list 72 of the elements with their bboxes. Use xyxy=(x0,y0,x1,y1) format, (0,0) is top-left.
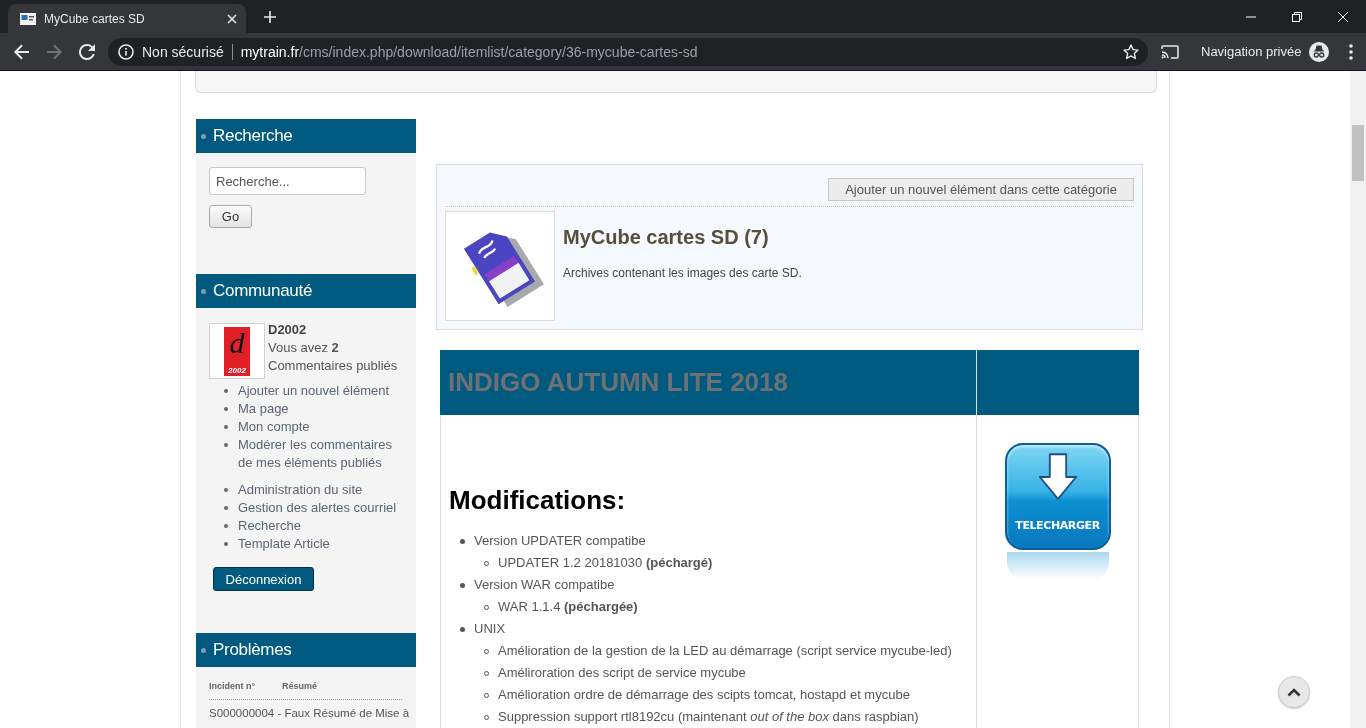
logo-letter: d xyxy=(229,326,245,359)
change-item: WAR 1.1.4 (péchargée) xyxy=(498,598,638,616)
url-text: mytrain.fr/cms/index.php/download/itemlist/category/36-mycube-cartes-sd xyxy=(240,43,698,60)
logo-year: 2002 xyxy=(228,364,246,376)
menu-icon[interactable] xyxy=(1349,43,1354,60)
bullet-icon xyxy=(224,443,228,447)
change-item: Version UPDATER compatibe xyxy=(474,532,646,550)
add-item-button[interactable]: Ajouter un nouvel élément dans cette catégorie xyxy=(828,178,1134,201)
incognito-icon[interactable] xyxy=(1309,41,1330,62)
star-icon[interactable] xyxy=(1123,43,1139,60)
module-title: Recherche xyxy=(213,126,293,146)
menu-link[interactable]: Recherche xyxy=(238,517,301,535)
bullet-icon xyxy=(224,407,228,411)
change-item: UNIX xyxy=(474,620,506,638)
bullet-icon xyxy=(201,647,206,653)
bullet-icon xyxy=(201,288,206,294)
cast-icon[interactable] xyxy=(1161,44,1179,59)
change-item: Suppression support rtl8192cu (maintenant out of the box dans raspbian) xyxy=(498,708,919,726)
category-description: Archives contenant les images des carte SD. xyxy=(563,265,802,281)
menu-link[interactable]: Template Article xyxy=(238,535,330,553)
change-item: Version WAR compatibe xyxy=(474,576,615,594)
change-item: Améliroration des script de service mycube xyxy=(498,664,746,682)
bullet-icon xyxy=(201,133,206,139)
menu-link[interactable]: Administration du site xyxy=(238,481,363,499)
menu-link[interactable]: Modérer les commentaires de mes éléments publiés xyxy=(238,436,404,472)
bullet-icon xyxy=(460,583,465,588)
user-name: D2002 xyxy=(268,321,308,339)
column-header: Résumé xyxy=(282,680,317,692)
address-bar[interactable]: Non sécurisé mytrain.fr/cms/index.php/download/itemlist/category/36-mycube-cartes-sd xyxy=(108,37,1148,66)
profile-label[interactable]: Navigation privée xyxy=(1201,44,1302,59)
download-button[interactable]: TELECHARGER xyxy=(1004,443,1111,550)
bullet-icon xyxy=(460,627,465,632)
menu-link[interactable]: Mon compte xyxy=(238,418,310,436)
item-title: INDIGO AUTUMN LITE 2018 xyxy=(448,367,788,398)
bullet-icon xyxy=(460,539,465,544)
change-item: Amélioration de la gestion de la LED au démarrage (script service mycube-led) xyxy=(498,642,952,660)
new-tab-icon[interactable] xyxy=(264,10,276,23)
favicon-icon xyxy=(20,12,36,25)
section-heading: Modifications: xyxy=(449,485,626,515)
module-title: Communauté xyxy=(213,281,313,301)
menu-link[interactable]: Ajouter un nouvel élément xyxy=(238,382,390,400)
bullet-icon xyxy=(224,542,228,546)
scrollbar-thumb[interactable] xyxy=(1352,125,1364,181)
back-arrow-icon[interactable] xyxy=(14,43,30,60)
close-icon[interactable] xyxy=(1338,11,1348,22)
security-label: Non sécurisé xyxy=(142,43,224,60)
bullet-icon xyxy=(224,506,228,510)
go-button[interactable]: Go xyxy=(209,205,252,228)
change-item: Amélioration ordre de démarrage des scipts tomcat, hostapd et mycube xyxy=(498,686,910,704)
menu-link[interactable]: Gestion des alertes courriel xyxy=(238,499,397,517)
scroll-to-top-button[interactable] xyxy=(1278,676,1310,708)
scrollbar[interactable] xyxy=(1350,71,1366,728)
down-arrow-icon xyxy=(1037,453,1078,501)
bullet-icon xyxy=(224,389,228,393)
bullet-icon xyxy=(224,524,228,528)
menu-link[interactable]: Ma page xyxy=(238,400,289,418)
issue-link[interactable]: S000000004 - Faux Résumé de Mise à xyxy=(209,705,412,721)
bullet-icon xyxy=(224,488,228,492)
browser-tab[interactable]: MyCube cartes SD xyxy=(8,4,246,33)
chevron-up-icon xyxy=(1287,687,1301,697)
search-field[interactable]: Recherche... xyxy=(209,167,366,195)
restore-icon[interactable] xyxy=(1292,11,1302,22)
info-icon[interactable] xyxy=(118,43,134,60)
comment-summary: Vous avez 2 Commentaires publiés xyxy=(268,339,399,375)
bullet-icon xyxy=(224,425,228,429)
reload-icon[interactable] xyxy=(79,43,95,60)
column-header: Incident n° xyxy=(209,680,257,692)
close-tab-icon[interactable] xyxy=(227,13,237,24)
logout-button[interactable]: Déconnexion xyxy=(213,567,314,591)
category-title: MyCube cartes SD (7) xyxy=(563,225,770,249)
module-title: Problèmes xyxy=(213,640,292,660)
change-item: UPDATER 1.2 20181030 (péchargé) xyxy=(498,554,713,572)
